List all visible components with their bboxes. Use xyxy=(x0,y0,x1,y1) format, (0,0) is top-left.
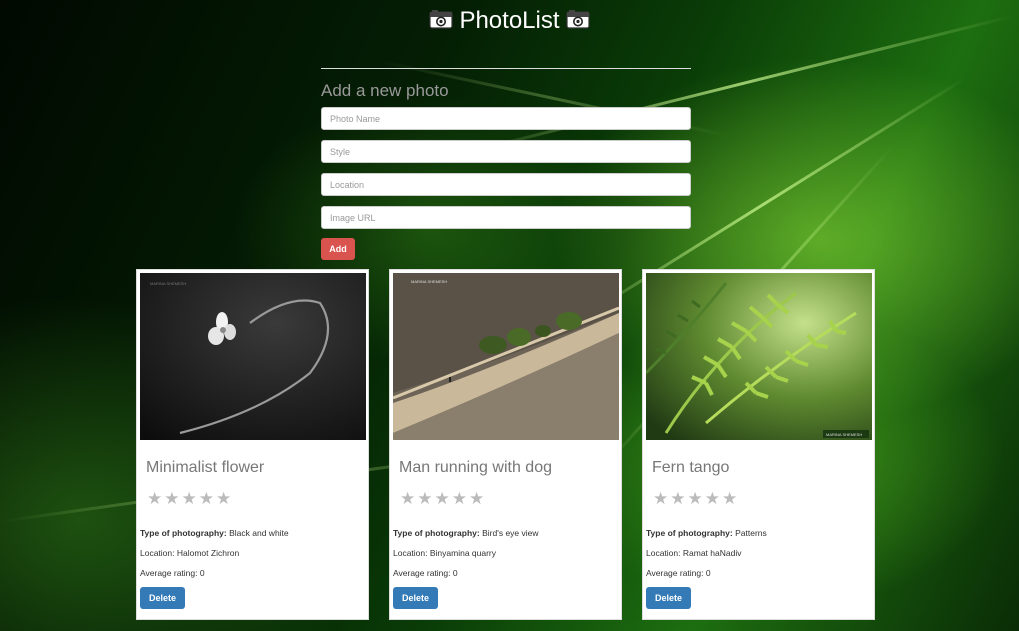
star-icon[interactable]: ★ xyxy=(182,489,198,508)
star-icon[interactable]: ★ xyxy=(469,489,485,508)
rating-line: Average rating: 0 xyxy=(646,568,711,578)
photo-card: MARINA SHEMESH Minimalist flower ★★★★★ T… xyxy=(136,269,369,620)
photo-card: MARINA SHEMESH Man running with dog ★★★★… xyxy=(389,269,622,620)
delete-button[interactable]: Delete xyxy=(646,587,691,609)
photo-title: Man running with dog xyxy=(399,459,552,476)
type-line: Type of photography: Bird's eye view xyxy=(393,528,539,538)
type-label: Type of photography: xyxy=(646,528,733,538)
type-label: Type of photography: xyxy=(140,528,227,538)
rating-line: Average rating: 0 xyxy=(393,568,458,578)
star-icon[interactable]: ★ xyxy=(216,489,232,508)
star-icon[interactable]: ★ xyxy=(199,489,215,508)
location-line: Location: Halomot Zichron xyxy=(140,548,239,558)
photo-image: MARINA SHEMESH xyxy=(393,273,619,440)
camera-icon xyxy=(565,7,590,37)
location-value: Ramat haNadiv xyxy=(682,548,742,558)
star-icon[interactable]: ★ xyxy=(452,489,468,508)
type-value: Black and white xyxy=(229,528,289,538)
star-icon[interactable]: ★ xyxy=(653,489,669,508)
photo-title: Minimalist flower xyxy=(146,459,265,476)
watermark: MARINA SHEMESH xyxy=(411,279,447,284)
star-rating[interactable]: ★★★★★ xyxy=(147,489,233,509)
location-label: Location: xyxy=(393,548,428,558)
delete-button[interactable]: Delete xyxy=(393,587,438,609)
location-value: Binyamina quarry xyxy=(429,548,497,558)
star-icon[interactable]: ★ xyxy=(705,489,721,508)
star-rating[interactable]: ★★★★★ xyxy=(653,489,739,509)
type-value: Patterns xyxy=(735,528,767,538)
image-url-input[interactable] xyxy=(321,206,691,229)
style-input[interactable] xyxy=(321,140,691,163)
star-icon[interactable]: ★ xyxy=(400,489,416,508)
rating-label: Average rating: xyxy=(140,568,198,578)
watermark: MARINA SHEMESH xyxy=(826,432,862,437)
page-title: PhotoList xyxy=(0,6,1019,37)
star-rating[interactable]: ★★★★★ xyxy=(400,489,486,509)
star-icon[interactable]: ★ xyxy=(164,489,180,508)
rating-value: 0 xyxy=(705,568,711,578)
star-icon[interactable]: ★ xyxy=(722,489,738,508)
photo-title: Fern tango xyxy=(652,459,730,476)
add-button[interactable]: Add xyxy=(321,238,355,260)
location-line: Location: Ramat haNadiv xyxy=(646,548,741,558)
app-title: PhotoList xyxy=(459,7,560,34)
watermark: MARINA SHEMESH xyxy=(150,281,186,286)
add-photo-form: Add a new photo Add xyxy=(321,68,691,260)
rating-label: Average rating: xyxy=(393,568,451,578)
photo-image: MARINA SHEMESH xyxy=(646,273,872,440)
location-value: Halomot Zichron xyxy=(176,548,240,558)
photo-image: MARINA SHEMESH xyxy=(140,273,366,440)
star-icon[interactable]: ★ xyxy=(435,489,451,508)
star-icon[interactable]: ★ xyxy=(417,489,433,508)
location-line: Location: Binyamina quarry xyxy=(393,548,496,558)
rating-label: Average rating: xyxy=(646,568,704,578)
type-value: Bird's eye view xyxy=(482,528,539,538)
type-line: Type of photography: Patterns xyxy=(646,528,767,538)
photo-name-input[interactable] xyxy=(321,107,691,130)
type-line: Type of photography: Black and white xyxy=(140,528,289,538)
location-input[interactable] xyxy=(321,173,691,196)
camera-icon xyxy=(429,7,454,37)
photo-card: MARINA SHEMESH Fern tango ★★★★★ Type of … xyxy=(642,269,875,620)
star-icon[interactable]: ★ xyxy=(670,489,686,508)
rating-value: 0 xyxy=(199,568,205,578)
rating-value: 0 xyxy=(452,568,458,578)
type-label: Type of photography: xyxy=(393,528,480,538)
star-icon[interactable]: ★ xyxy=(147,489,163,508)
location-label: Location: xyxy=(140,548,175,558)
rating-line: Average rating: 0 xyxy=(140,568,205,578)
delete-button[interactable]: Delete xyxy=(140,587,185,609)
location-label: Location: xyxy=(646,548,681,558)
star-icon[interactable]: ★ xyxy=(688,489,704,508)
form-heading: Add a new photo xyxy=(321,81,449,100)
